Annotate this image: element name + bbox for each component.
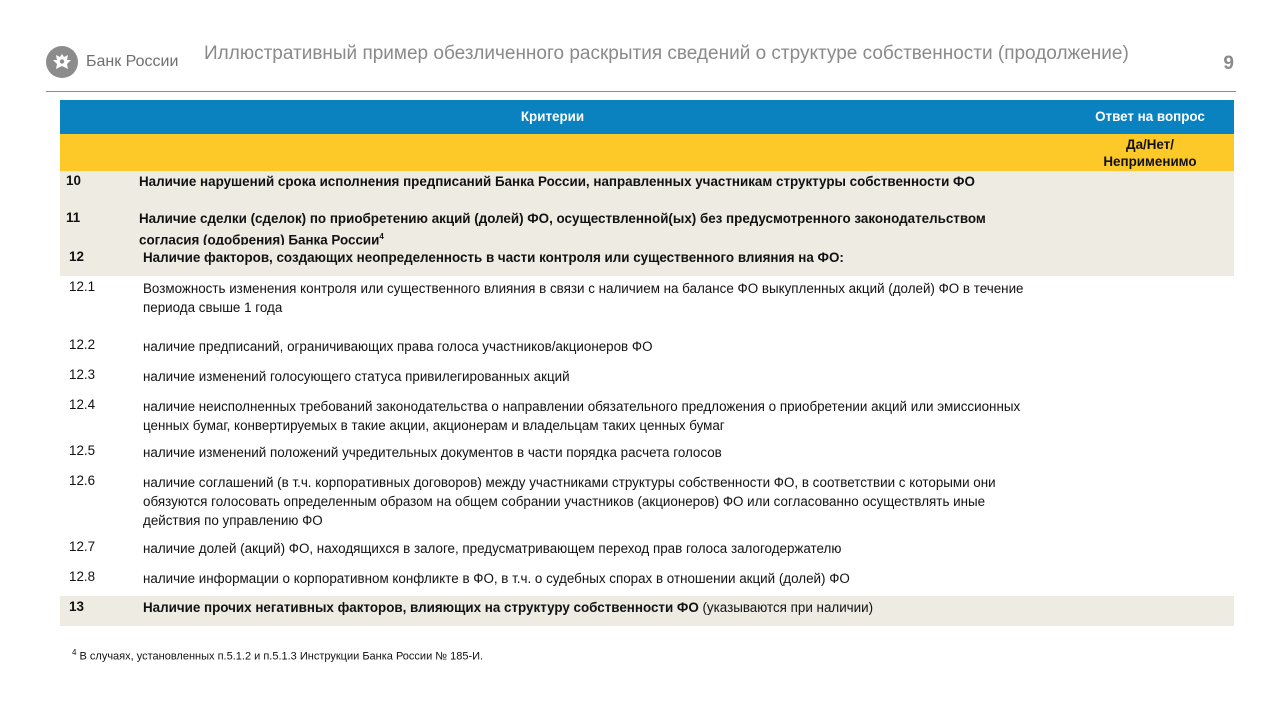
row-number: 12.2	[69, 337, 96, 352]
row-text-bold: Наличие прочих негативных факторов, влия…	[143, 600, 699, 615]
logo-text: Банк России	[86, 53, 179, 70]
page-title: Иллюстративный пример обезличенного раск…	[204, 43, 1129, 64]
row-number: 12.1	[69, 279, 96, 294]
header-divider	[46, 91, 1236, 92]
bank-logo: Банк России	[46, 46, 178, 78]
table-row: 12.7 наличие долей (акций) ФО, находящих…	[60, 536, 1234, 566]
row-text: наличие информации о корпоративном конфл…	[143, 571, 850, 586]
table-row: 10 Наличие нарушений срока исполнения пр…	[60, 171, 1234, 208]
table-row: 12.1 Возможность изменения контроля или …	[60, 276, 1234, 334]
row-text: Возможность изменения контроля или сущес…	[143, 281, 1024, 315]
row-text: наличие соглашений (в т.ч. корпоративных…	[143, 475, 996, 528]
row-text-wrap: Наличие прочих негативных факторов, влия…	[143, 599, 1043, 617]
row-text: наличие долей (акций) ФО, находящихся в …	[143, 541, 842, 556]
row-number: 12.7	[69, 539, 96, 554]
column-header-answer: Ответ на вопрос	[1095, 109, 1205, 124]
row-number: 12	[69, 249, 84, 264]
row-number: 13	[69, 599, 84, 614]
row-text: Наличие факторов, создающих неопределенн…	[143, 250, 844, 265]
eagle-emblem-icon	[46, 46, 78, 78]
footnote-ref: 4	[379, 232, 384, 241]
table-row: 12.3 наличие изменений голосующего стату…	[60, 364, 1234, 394]
table-row: 12.4 наличие неисполненных требований за…	[60, 394, 1234, 440]
row-number: 12.4	[69, 397, 96, 412]
answer-options-line2: Неприменимо	[1103, 154, 1197, 169]
table-row: 11 Наличие сделки (сделок) по приобретен…	[60, 208, 1234, 247]
criteria-table: Критерии Ответ на вопрос Да/Нет/ Неприме…	[60, 100, 1234, 626]
table-row: 12 Наличие факторов, создающих неопредел…	[60, 245, 1234, 276]
row-text: наличие изменений положений учредительны…	[143, 445, 722, 460]
row-text: наличие изменений голосующего статуса пр…	[143, 369, 570, 384]
row-text-wrap: Наличие сделки (сделок) по приобретению …	[139, 210, 1039, 249]
column-header-criteria: Критерии	[520, 109, 585, 124]
answer-options: Да/Нет/ Неприменимо	[1066, 136, 1234, 170]
row-text: Наличие сделки (сделок) по приобретению …	[139, 211, 986, 248]
row-number: 11	[66, 210, 81, 225]
row-number: 12.3	[69, 367, 96, 382]
footnote-text: В случаях, установленных п.5.1.2 и п.5.1…	[76, 650, 484, 663]
table-row: 12.6 наличие соглашений (в т.ч. корпорат…	[60, 470, 1234, 536]
row-number: 12.6	[69, 473, 96, 488]
row-number: 12.5	[69, 443, 96, 458]
answer-options-line1: Да/Нет/	[1126, 137, 1174, 152]
row-text-note: (указываются при наличии)	[698, 600, 874, 615]
page-number: 9	[1223, 53, 1234, 74]
table-header-row: Критерии Ответ на вопрос	[60, 100, 1234, 134]
row-text: наличие предписаний, ограничивающих прав…	[143, 339, 653, 354]
table-row: 12.2 наличие предписаний, ограничивающих…	[60, 334, 1234, 364]
table-row: 12.8 наличие информации о корпоративном …	[60, 566, 1234, 596]
row-text: наличие неисполненных требований законод…	[143, 399, 1021, 433]
table-row: 12.5 наличие изменений положений учредит…	[60, 440, 1234, 470]
table-row: 13 Наличие прочих негативных факторов, в…	[60, 596, 1234, 626]
row-text: Наличие нарушений срока исполнения предп…	[139, 174, 975, 189]
footnote: 4 В случаях, установленных п.5.1.2 и п.5…	[72, 648, 483, 663]
row-number: 12.8	[69, 569, 96, 584]
row-number: 10	[66, 173, 81, 188]
table-subheader-row: Да/Нет/ Неприменимо	[60, 134, 1234, 171]
